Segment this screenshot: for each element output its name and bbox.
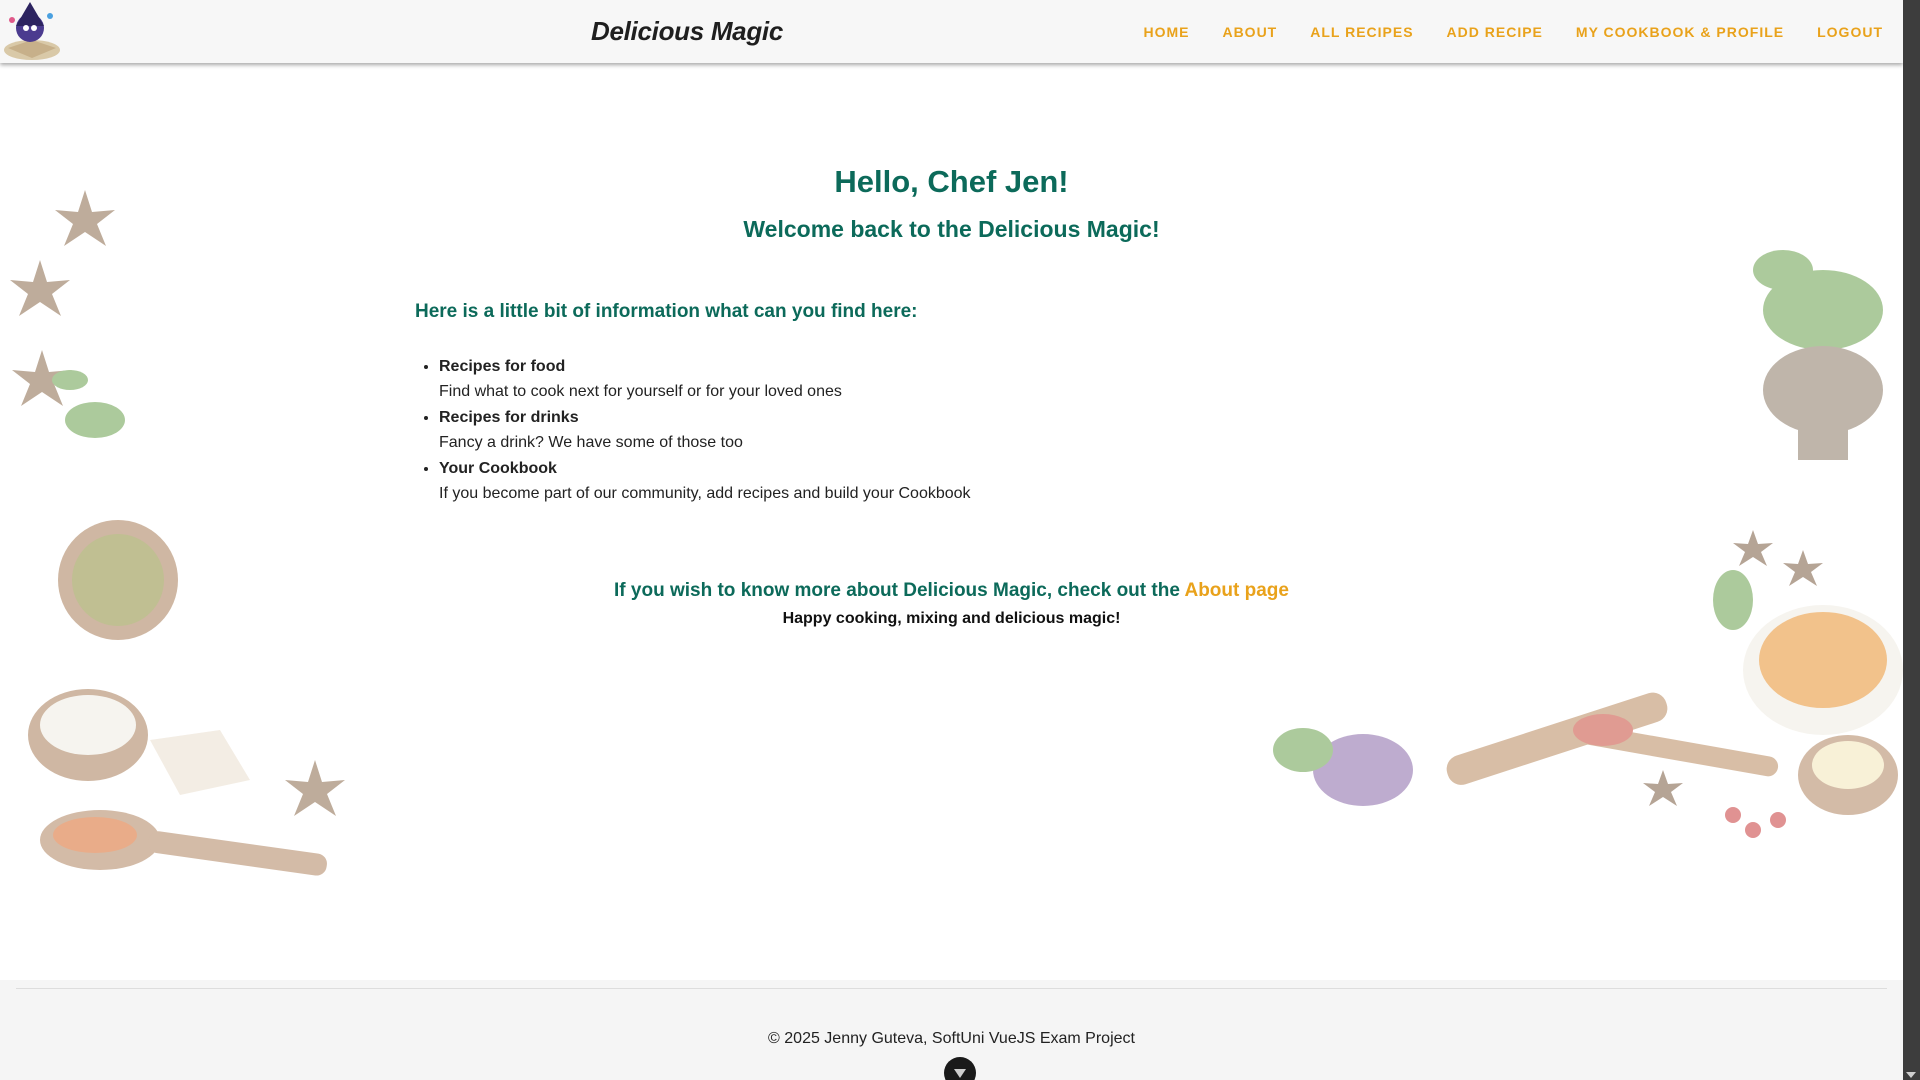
feature-title: Your Cookbook [439,460,557,477]
footer-copyright: © 2025 Jenny Guteva, SoftUni VueJS Exam … [768,1030,1135,1047]
feature-description: Fancy a drink? We have some of those too [439,434,743,451]
wizard-cookbook-logo[interactable] [0,0,64,63]
footer-divider [16,988,1887,989]
list-item: Recipes for drinks Fancy a drink? We hav… [439,405,971,455]
feature-description: Find what to cook next for yourself or f… [439,383,842,400]
greeting-heading: Hello, Chef Jen! [834,164,1069,199]
top-navbar: Delicious Magic HOME ABOUT ALL RECIPES A… [0,0,1903,63]
page: Delicious Magic HOME ABOUT ALL RECIPES A… [0,0,1903,1080]
nav-home[interactable]: HOME [1143,24,1189,40]
about-callout: If you wish to know more about Delicious… [0,580,1903,602]
closing-message: Happy cooking, mixing and delicious magi… [782,610,1121,627]
list-item: Recipes for food Find what to cook next … [439,354,971,404]
brand-title[interactable]: Delicious Magic [591,16,783,47]
about-callout-text: If you wish to know more about Delicious… [614,580,1185,601]
info-heading: Here is a little bit of information what… [415,301,918,322]
spices-decoration-right [1273,250,1903,838]
feature-title: Recipes for drinks [439,409,579,426]
list-item: Your Cookbook If you become part of our … [439,456,971,506]
feature-description: If you become part of our community, add… [439,485,971,502]
nav-all-recipes[interactable]: ALL RECIPES [1310,24,1413,40]
nav-about[interactable]: ABOUT [1222,24,1277,40]
nav-my-cookbook-profile[interactable]: MY COOKBOOK & PROFILE [1576,24,1784,40]
feature-title: Recipes for food [439,358,566,375]
nav-logout[interactable]: LOGOUT [1817,24,1883,40]
welcome-subheading: Welcome back to the Delicious Magic! [743,216,1160,242]
main-nav: HOME ABOUT ALL RECIPES ADD RECIPE MY COO… [1110,0,1883,63]
vertical-scrollbar[interactable] [1903,0,1920,1080]
nav-add-recipe[interactable]: ADD RECIPE [1447,24,1543,40]
about-page-link[interactable]: About page [1184,580,1289,601]
scroll-down-arrow-icon[interactable] [1906,1072,1916,1078]
feature-list: Recipes for food Find what to cook next … [415,354,971,507]
spices-decoration-left [10,190,345,876]
